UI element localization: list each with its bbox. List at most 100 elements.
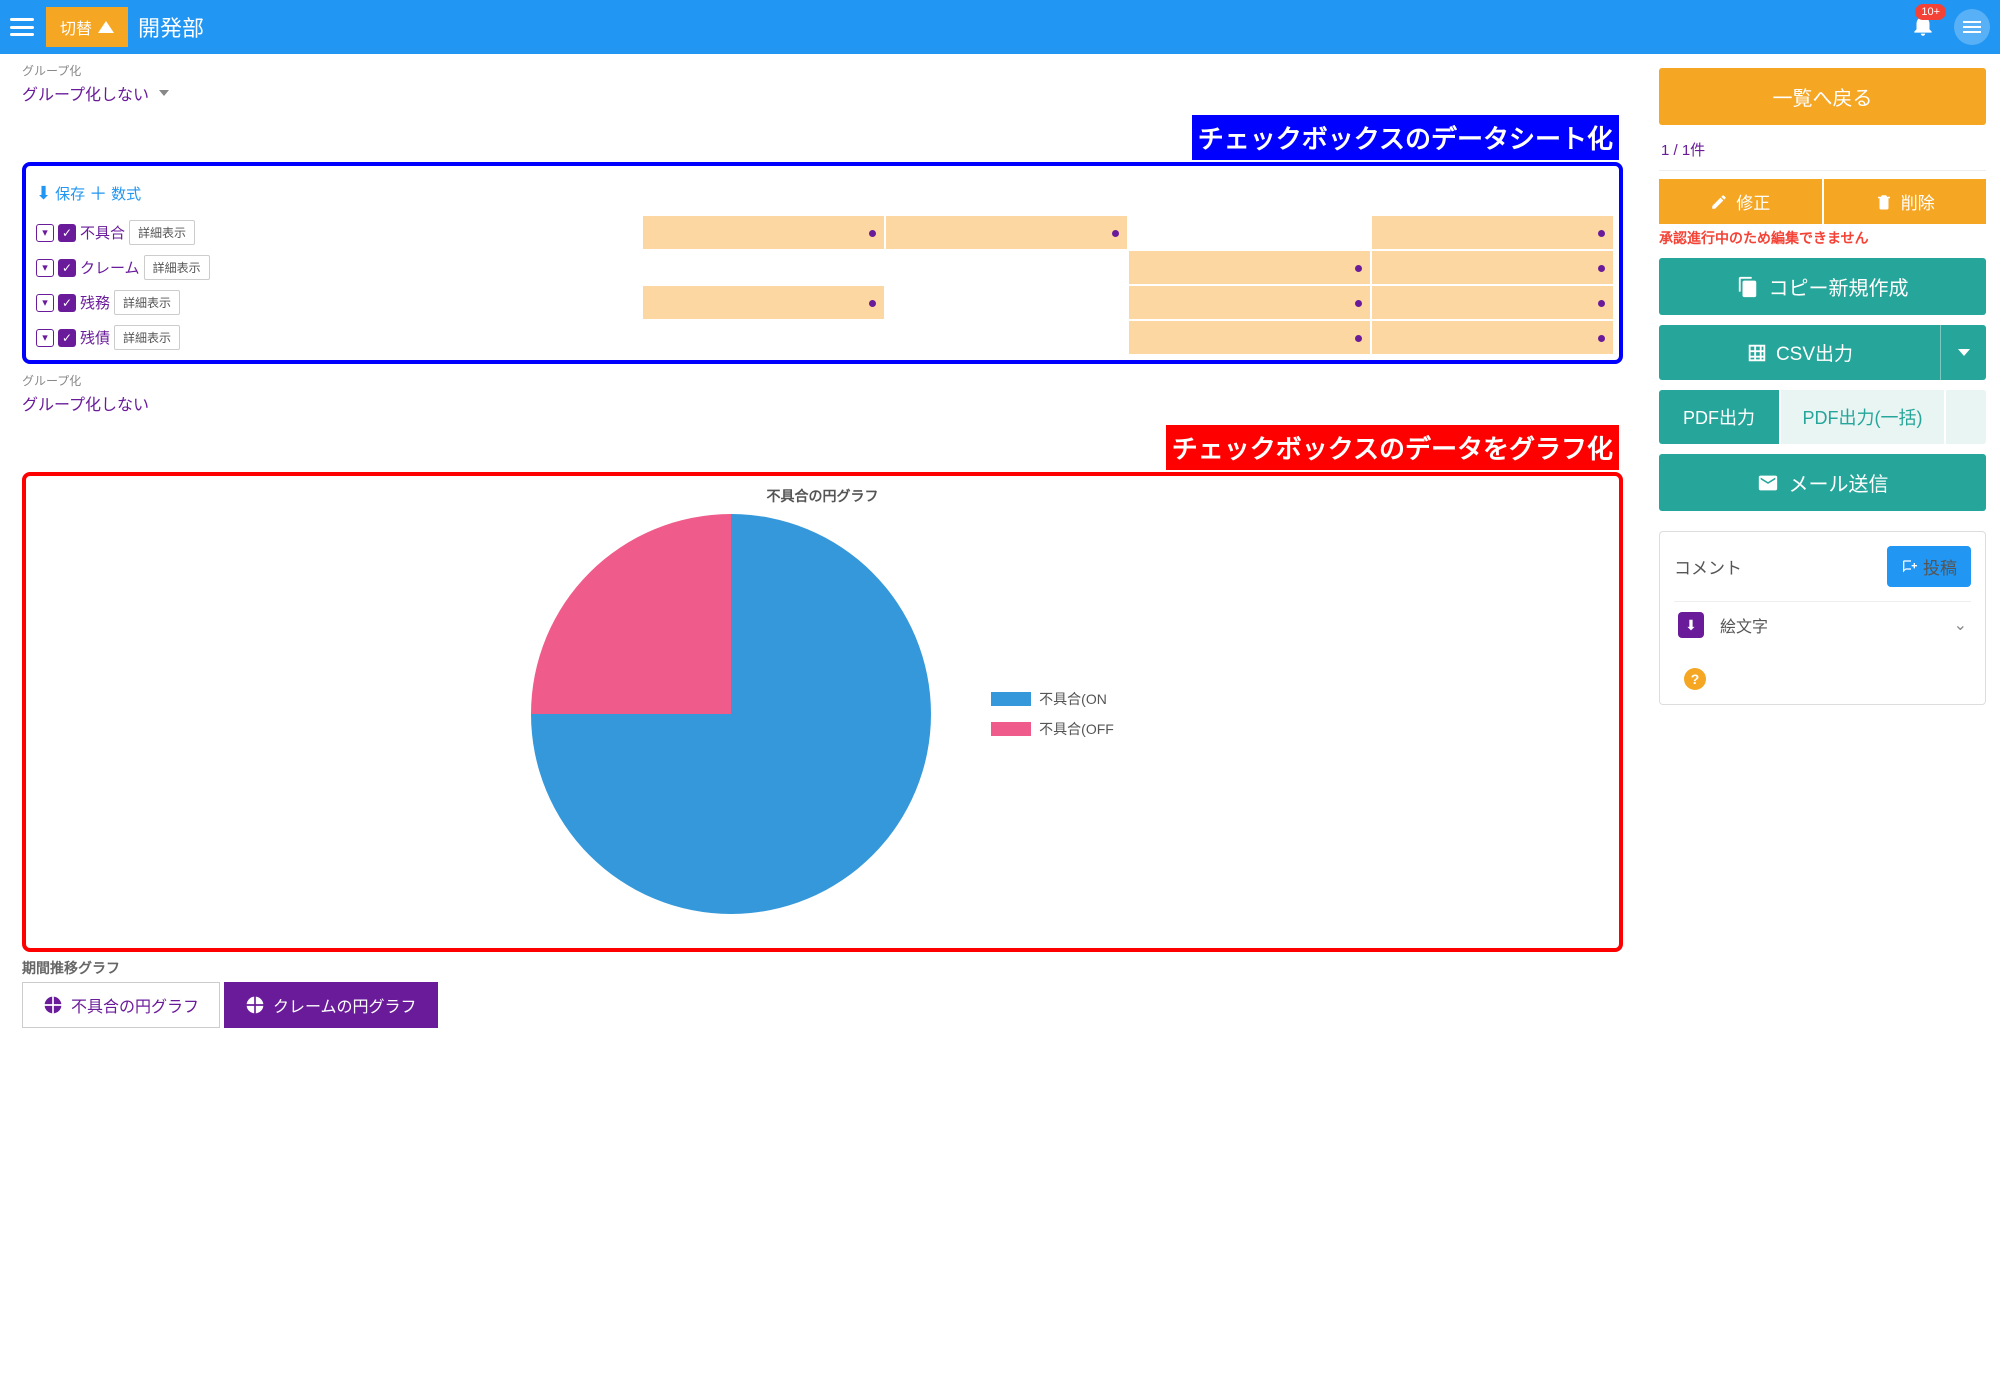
- chart-title: 不具合の円グラフ: [36, 486, 1609, 506]
- pdf-batch-button[interactable]: PDF出力(一括): [1781, 390, 1944, 444]
- chart-tab[interactable]: 不具合の円グラフ: [22, 982, 220, 1028]
- switch-button[interactable]: 切替: [46, 7, 128, 47]
- dot-icon: [1598, 300, 1605, 307]
- checkbox[interactable]: ✓: [58, 329, 76, 347]
- data-cell[interactable]: [643, 286, 884, 319]
- row-name: 不具合: [80, 222, 125, 243]
- date-header[interactable]: 01/05 22:01: [1372, 172, 1613, 214]
- group-select[interactable]: グループ化しない: [0, 79, 1645, 113]
- row-name: クレーム: [80, 257, 140, 278]
- pdf-dropdown[interactable]: [1946, 390, 1986, 444]
- legend-swatch: [991, 722, 1031, 736]
- expand-toggle[interactable]: ▾: [36, 329, 54, 347]
- mail-icon: [1757, 472, 1779, 494]
- app-header: 切替 開発部 10+: [0, 0, 2000, 54]
- group-select[interactable]: グループ化しない: [0, 389, 1645, 423]
- sheet-banner: チェックボックスのデータシート化: [1190, 113, 1621, 162]
- chevron-down-icon: [159, 90, 169, 96]
- plus-icon: ＋: [89, 180, 107, 206]
- delete-button[interactable]: 削除: [1824, 179, 1987, 224]
- edit-button[interactable]: 修正: [1659, 179, 1822, 224]
- chart-area: 不具合の円グラフ 不具合(ON不具合(OFF: [22, 472, 1623, 952]
- date-header[interactable]: 01/16 21:37: [643, 172, 884, 214]
- grid-icon: [1746, 342, 1768, 364]
- dot-icon: [1112, 230, 1119, 237]
- pie-chart-icon: [245, 995, 265, 1015]
- detail-button[interactable]: 詳細表示: [144, 255, 210, 280]
- dot-icon: [869, 230, 876, 237]
- download-icon: ⬇: [36, 183, 51, 204]
- data-cell[interactable]: [643, 251, 884, 284]
- copy-new-button[interactable]: コピー新規作成: [1659, 258, 1986, 315]
- chevron-down-icon: [1958, 349, 1970, 356]
- chart-banner: チェックボックスのデータをグラフ化: [1164, 423, 1621, 472]
- add-comment-icon: [1901, 559, 1917, 575]
- emoji-picker[interactable]: ⬇ 絵文字 ⌄: [1674, 601, 1971, 648]
- expand-toggle[interactable]: ▾: [36, 224, 54, 242]
- date-header[interactable]: 01/07 22:01: [1129, 172, 1370, 214]
- copy-icon: [1737, 276, 1759, 298]
- data-cell[interactable]: [886, 216, 1127, 249]
- mail-send-button[interactable]: メール送信: [1659, 454, 1986, 511]
- group-label: グループ化: [0, 372, 1645, 389]
- data-cell[interactable]: [1372, 286, 1613, 319]
- detail-button[interactable]: 詳細表示: [129, 220, 195, 245]
- formula-button[interactable]: 数式: [111, 183, 141, 204]
- dot-icon: [1598, 230, 1605, 237]
- notification-badge: 10+: [1915, 4, 1946, 20]
- save-button[interactable]: 保存: [55, 183, 85, 204]
- notification-bell[interactable]: 10+: [1910, 12, 1936, 43]
- detail-button[interactable]: 詳細表示: [114, 325, 180, 350]
- data-cell[interactable]: [643, 216, 884, 249]
- data-cell[interactable]: [1372, 321, 1613, 354]
- data-cell[interactable]: [886, 251, 1127, 284]
- emoji-icon: ⬇: [1678, 612, 1704, 638]
- page-counter: 1 / 1件: [1659, 135, 1986, 171]
- dot-icon: [869, 300, 876, 307]
- data-cell[interactable]: [1372, 216, 1613, 249]
- checkbox[interactable]: ✓: [58, 259, 76, 277]
- warning-text: 承認進行中のため編集できません: [1659, 228, 1986, 248]
- data-cell[interactable]: [1129, 251, 1370, 284]
- post-comment-button[interactable]: 投稿: [1887, 546, 1971, 587]
- group-label: グループ化: [0, 62, 1645, 79]
- data-cell[interactable]: [643, 321, 884, 354]
- tab-row: 不具合の円グラフクレームの円グラフ: [0, 982, 1645, 1028]
- dot-icon: [1598, 335, 1605, 342]
- sidebar: 一覧へ戻る 1 / 1件 修正 削除 承認進行中のため編集できません コピー新規…: [1645, 54, 2000, 1028]
- checkbox[interactable]: ✓: [58, 294, 76, 312]
- period-label: 期間推移グラフ: [0, 952, 1645, 982]
- detail-button[interactable]: 詳細表示: [114, 290, 180, 315]
- more-menu-button[interactable]: [1954, 9, 1990, 45]
- pie-chart-icon: [43, 995, 63, 1015]
- csv-export-button[interactable]: CSV出力: [1659, 325, 1940, 380]
- switch-label: 切替: [60, 15, 92, 39]
- data-cell[interactable]: [1129, 216, 1370, 249]
- row-name: 残債: [80, 327, 110, 348]
- data-cell[interactable]: [1129, 286, 1370, 319]
- dot-icon: [1355, 335, 1362, 342]
- checkbox[interactable]: ✓: [58, 224, 76, 242]
- help-icon[interactable]: ?: [1684, 668, 1706, 690]
- chart-tab[interactable]: クレームの円グラフ: [224, 982, 438, 1028]
- comment-section: コメント 投稿 ⬇ 絵文字 ⌄ ?: [1659, 531, 1986, 705]
- menu-icon[interactable]: [10, 18, 34, 36]
- data-cell[interactable]: [1129, 321, 1370, 354]
- dot-icon: [1355, 265, 1362, 272]
- expand-toggle[interactable]: ▾: [36, 259, 54, 277]
- pdf-export-button[interactable]: PDF出力: [1659, 390, 1779, 444]
- back-to-list-button[interactable]: 一覧へ戻る: [1659, 68, 1986, 125]
- legend-item: 不具合(OFF: [991, 719, 1114, 739]
- data-cell[interactable]: [886, 321, 1127, 354]
- comment-label: コメント: [1674, 554, 1742, 579]
- chevron-down-icon: ⌄: [1954, 615, 1967, 635]
- chart-legend: 不具合(ON不具合(OFF: [991, 689, 1114, 739]
- legend-swatch: [991, 692, 1031, 706]
- date-header[interactable]: 01/10 22:01: [886, 172, 1127, 214]
- triangle-up-icon: [98, 21, 114, 33]
- expand-toggle[interactable]: ▾: [36, 294, 54, 312]
- csv-dropdown[interactable]: [1940, 325, 1986, 380]
- row-name: 残務: [80, 292, 110, 313]
- data-cell[interactable]: [1372, 251, 1613, 284]
- data-cell[interactable]: [886, 286, 1127, 319]
